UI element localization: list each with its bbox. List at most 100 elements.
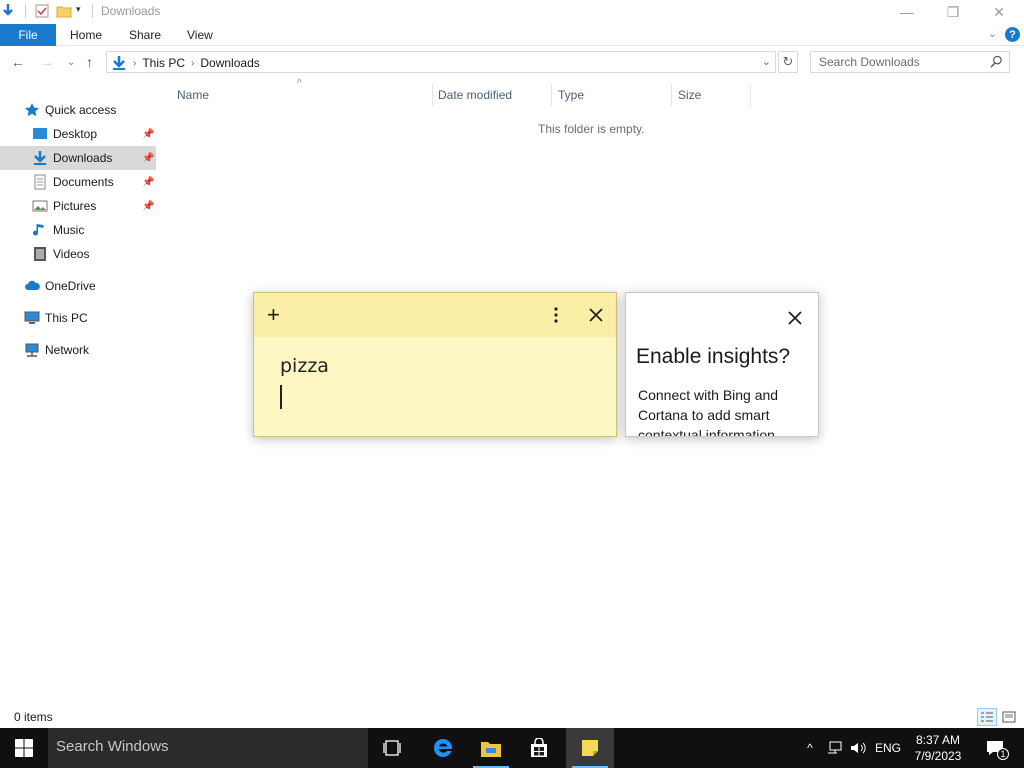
address-dropdown-icon[interactable]: ⌄	[762, 55, 771, 68]
large-icons-view-icon	[1002, 711, 1016, 723]
task-view-icon	[383, 740, 401, 756]
store-icon	[531, 738, 547, 757]
edge-icon	[434, 738, 453, 757]
up-button[interactable]: ↑	[86, 54, 93, 70]
taskbar-file-explorer[interactable]	[467, 728, 515, 768]
sticky-note-header[interactable]: +	[254, 293, 616, 337]
column-name[interactable]: Name	[177, 88, 209, 102]
tab-home[interactable]: Home	[70, 28, 102, 42]
pictures-icon	[32, 200, 48, 212]
desktop-icon	[33, 128, 47, 139]
details-view-icon	[981, 712, 993, 722]
sidebar-item-onedrive[interactable]: OneDrive	[0, 274, 156, 298]
file-explorer-icon	[481, 742, 501, 757]
properties-icon[interactable]	[34, 3, 50, 19]
breadcrumb-separator[interactable]: ›	[191, 58, 194, 69]
close-button[interactable]: ✕	[976, 0, 1022, 24]
refresh-button[interactable]: ↻	[778, 51, 798, 73]
network-tray-icon	[828, 741, 842, 754]
sidebar-item-videos[interactable]: Videos	[0, 242, 156, 266]
pin-icon[interactable]: 📌	[142, 129, 154, 140]
network-status-icon[interactable]	[824, 728, 846, 768]
pin-icon[interactable]: 📌	[142, 153, 154, 164]
column-divider[interactable]	[750, 84, 751, 106]
pin-icon[interactable]: 📌	[142, 201, 154, 212]
close-icon[interactable]	[788, 311, 802, 325]
close-icon[interactable]	[588, 307, 604, 323]
computer-icon	[24, 311, 40, 324]
expand-ribbon-icon[interactable]: ⌄	[988, 27, 997, 40]
sidebar-item-quick-access[interactable]: Quick access	[0, 98, 156, 122]
column-size[interactable]: Size	[678, 88, 701, 102]
details-view-button[interactable]	[977, 708, 997, 726]
start-button[interactable]	[0, 728, 48, 768]
clock[interactable]: 8:37 AM 7/9/2023	[908, 732, 968, 764]
download-icon	[113, 56, 125, 70]
insights-title: Enable insights?	[636, 345, 791, 368]
tab-file[interactable]: File	[0, 24, 56, 46]
column-divider[interactable]	[432, 84, 433, 106]
download-icon[interactable]	[0, 3, 16, 19]
empty-folder-message: This folder is empty.	[538, 122, 645, 136]
item-count: 0 items	[14, 710, 53, 724]
cloud-icon	[25, 280, 40, 290]
search-box[interactable]	[810, 51, 1010, 73]
search-icon[interactable]	[990, 55, 1003, 68]
column-divider[interactable]	[551, 84, 552, 106]
navigation-pane: Quick access Desktop 📌 Downloads 📌 Docum…	[0, 98, 156, 708]
help-icon[interactable]: ?	[1005, 27, 1020, 42]
forward-button[interactable]: →	[40, 54, 54, 70]
search-input[interactable]	[811, 52, 987, 72]
show-hidden-icons-button[interactable]: ^	[800, 728, 820, 768]
taskbar-search-input[interactable]: Search Windows	[56, 738, 169, 755]
sidebar-item-network[interactable]: Network	[0, 338, 156, 362]
window-title: Downloads	[101, 4, 161, 18]
task-view-button[interactable]	[368, 728, 416, 768]
network-icon	[25, 343, 39, 357]
sticky-note-text[interactable]: pizza	[280, 355, 329, 377]
restore-button[interactable]: ❐	[930, 0, 976, 24]
taskbar-sticky-notes[interactable]	[566, 728, 614, 768]
taskbar-store[interactable]	[515, 728, 563, 768]
recent-locations-icon[interactable]: ⌄	[67, 57, 75, 68]
taskbar-search-box[interactable]: Search Windows	[48, 728, 368, 768]
insights-panel: Enable insights? Connect with Bing and C…	[625, 292, 819, 437]
breadcrumb-this-pc[interactable]: This PC	[142, 56, 185, 70]
sidebar-item-this-pc[interactable]: This PC	[0, 306, 156, 330]
breadcrumb-separator[interactable]: ›	[133, 58, 136, 69]
status-bar: 0 items	[0, 708, 1024, 728]
sidebar-item-downloads[interactable]: Downloads 📌	[0, 146, 156, 170]
sidebar-item-pictures[interactable]: Pictures 📌	[0, 194, 156, 218]
pin-icon[interactable]: 📌	[142, 177, 154, 188]
title-bar: ▾ Downloads — ❐ ✕	[0, 0, 1024, 24]
breadcrumb-downloads[interactable]: Downloads	[200, 56, 259, 70]
back-button[interactable]: ←	[11, 54, 25, 70]
documents-icon	[34, 174, 46, 190]
action-center-button[interactable]: 1	[980, 728, 1010, 768]
sticky-note[interactable]: + pizza	[253, 292, 617, 437]
more-options-icon[interactable]	[550, 306, 562, 324]
taskbar-edge[interactable]	[419, 728, 467, 768]
sidebar-item-documents[interactable]: Documents 📌	[0, 170, 156, 194]
column-divider[interactable]	[671, 84, 672, 106]
volume-icon[interactable]	[848, 728, 870, 768]
sidebar-item-desktop[interactable]: Desktop 📌	[0, 122, 156, 146]
new-folder-icon[interactable]	[56, 3, 72, 19]
tab-view[interactable]: View	[187, 28, 213, 42]
add-note-icon[interactable]: +	[267, 304, 280, 326]
star-icon	[25, 103, 39, 117]
notification-count: 1	[997, 748, 1009, 760]
minimize-button[interactable]: —	[884, 0, 930, 24]
large-icons-view-button[interactable]	[999, 708, 1019, 726]
column-date-modified[interactable]: Date modified	[438, 88, 512, 102]
tab-share[interactable]: Share	[129, 28, 161, 42]
address-bar[interactable]: › This PC › Downloads ⌄	[106, 51, 776, 73]
language-indicator[interactable]: ENG	[872, 728, 904, 768]
column-type[interactable]: Type	[558, 88, 584, 102]
customize-quick-access-icon[interactable]: ▾	[76, 4, 92, 20]
sidebar-item-music[interactable]: Music	[0, 218, 156, 242]
taskbar: Search Windows ^ ENG 8:37 AM 7/9/2023 1	[0, 728, 1024, 768]
sticky-notes-icon	[582, 740, 598, 756]
videos-icon	[34, 247, 46, 261]
download-icon	[34, 151, 46, 165]
